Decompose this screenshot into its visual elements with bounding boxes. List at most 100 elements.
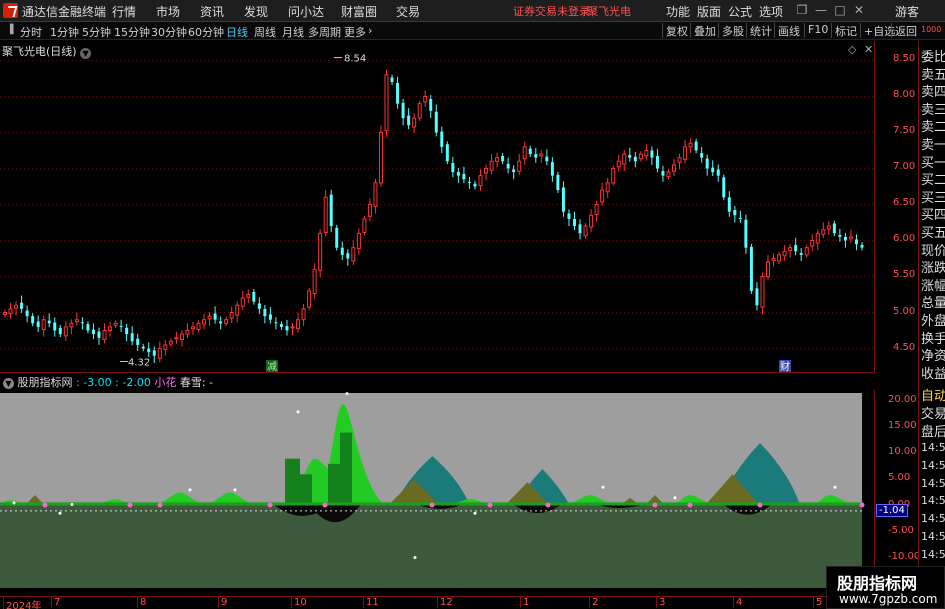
candle-body xyxy=(69,322,74,328)
quote-label: 外盘 xyxy=(921,314,945,329)
candlestick-chart[interactable]: 8.54 4.32 减 财 xyxy=(0,41,875,373)
btn-biaoji[interactable]: 标记 xyxy=(831,23,857,38)
period-30min[interactable]: 30分钟 xyxy=(151,24,187,40)
candle-body xyxy=(484,167,489,174)
period-multi[interactable]: 多周期 xyxy=(308,24,341,40)
menu-banmian[interactable]: 版面 xyxy=(697,3,721,20)
indicator-pink-dot xyxy=(545,502,551,508)
candle-body xyxy=(512,169,516,173)
guest-user[interactable]: 游客 xyxy=(895,3,919,20)
menu-xuanxiang[interactable]: 选项 xyxy=(759,3,783,20)
candle-body xyxy=(478,175,483,187)
candle-body xyxy=(8,308,13,314)
candle-body xyxy=(744,219,748,248)
indicator-value-4: 春雪: - xyxy=(179,376,214,389)
candle-body xyxy=(854,239,858,245)
candle-body xyxy=(572,218,576,227)
quote-top-tick: 1000 xyxy=(921,25,942,34)
candle-body xyxy=(20,302,24,309)
quote-label: 买五 xyxy=(921,226,945,241)
period-monthly[interactable]: 月线 xyxy=(282,24,304,40)
window-maximize-icon[interactable]: □ xyxy=(832,2,848,18)
candle-body xyxy=(826,225,831,230)
btn-add-watchlist[interactable]: +自选 xyxy=(860,23,895,38)
menu-caifuquan[interactable]: 财富圈 xyxy=(341,3,377,20)
btn-diejia[interactable]: 叠加 xyxy=(690,23,716,38)
indicator-pink-dot xyxy=(487,502,493,508)
btn-fuquan[interactable]: 复权 xyxy=(662,23,688,38)
candle-body xyxy=(351,247,356,262)
menu-zixun[interactable]: 资讯 xyxy=(200,3,224,20)
indicator-pink-dot xyxy=(42,502,48,508)
btn-back[interactable]: 返回 xyxy=(891,23,917,38)
quote-trade-label: 盘后 xyxy=(921,425,945,440)
candle-body xyxy=(213,313,217,320)
menu-gongneng[interactable]: 功能 xyxy=(666,3,690,20)
candle-body xyxy=(58,327,62,335)
indicator-dark-green-bar xyxy=(328,463,340,506)
indicator-pink-dot xyxy=(652,502,658,508)
login-status[interactable]: 证券交易未登录 xyxy=(513,3,590,19)
menu-jiaoyi[interactable]: 交易 xyxy=(396,3,420,20)
indicator-white-dot xyxy=(296,410,300,414)
chart-diamond-icon[interactable]: ◇ xyxy=(848,43,856,56)
candle-body xyxy=(738,217,742,219)
date-tick-label: 9 xyxy=(218,597,227,608)
candle-body xyxy=(700,153,704,158)
chart-options-icon[interactable]: ▼ xyxy=(80,48,92,59)
candle-body xyxy=(716,169,720,176)
menu-wenxiaoda[interactable]: 问小达 xyxy=(288,3,324,20)
indicator-options-icon[interactable]: ▼ xyxy=(3,378,14,389)
candlestick-svg[interactable]: 8.54 4.32 减 财 xyxy=(0,41,875,373)
chart-title-text: 聚飞光电(日线) xyxy=(2,45,77,58)
report-marker-text: 财 xyxy=(780,360,790,373)
candle-body xyxy=(168,340,173,345)
window-close-icon[interactable]: ✕ xyxy=(851,2,867,18)
candle-body xyxy=(722,177,726,198)
period-1min[interactable]: 1分钟 xyxy=(50,24,79,40)
period-more[interactable]: 更多 xyxy=(344,24,366,40)
candle-body xyxy=(473,183,477,187)
menu-hangqing[interactable]: 行情 xyxy=(112,3,136,20)
period-weekly[interactable]: 周线 xyxy=(254,24,276,40)
candle-body xyxy=(263,308,267,317)
candle-body xyxy=(3,312,7,316)
btn-duogu[interactable]: 多股 xyxy=(718,23,744,38)
chart-close-icon[interactable]: ✕ xyxy=(864,43,873,56)
period-fenshi[interactable]: 分时 xyxy=(20,24,42,40)
period-15min[interactable]: 15分钟 xyxy=(114,24,150,40)
candle-body xyxy=(771,257,776,261)
btn-f10[interactable]: F10 xyxy=(804,23,828,38)
menu-gongshi[interactable]: 公式 xyxy=(728,3,752,20)
candle-body xyxy=(136,338,140,345)
candle-body xyxy=(279,324,283,327)
candle-body xyxy=(445,144,449,162)
candle-body xyxy=(838,235,842,237)
date-tick-label: 4 xyxy=(733,597,742,608)
candle-body xyxy=(517,160,522,172)
candle-body xyxy=(179,333,184,340)
toolbar-menu-icon[interactable]: ▐ xyxy=(2,23,18,39)
candle-body xyxy=(274,322,278,324)
menu-faxian[interactable]: 发现 xyxy=(244,3,268,20)
period-daily[interactable]: 日线 xyxy=(226,24,248,40)
candle-body xyxy=(31,316,35,324)
candle-body xyxy=(489,160,494,171)
btn-huaxian[interactable]: 画线 xyxy=(774,23,800,38)
window-skin-icon[interactable]: ❐ xyxy=(794,2,810,18)
indicator-svg[interactable] xyxy=(0,390,875,595)
window-minimize-icon[interactable]: — xyxy=(813,2,829,18)
candle-body xyxy=(97,331,101,338)
more-chevron-icon[interactable]: › xyxy=(368,24,372,37)
candle-body xyxy=(467,181,471,183)
indicator-white-dot xyxy=(473,511,477,515)
menu-shichang[interactable]: 市场 xyxy=(156,3,180,20)
candle-body xyxy=(417,103,422,119)
period-5min[interactable]: 5分钟 xyxy=(82,24,111,40)
period-60min[interactable]: 60分钟 xyxy=(188,24,224,40)
candle-body xyxy=(240,297,245,307)
candle-body xyxy=(600,189,605,203)
btn-tongji[interactable]: 统计 xyxy=(746,23,772,38)
indicator-chart[interactable] xyxy=(0,390,875,595)
indicator-pink-dot xyxy=(157,502,163,508)
